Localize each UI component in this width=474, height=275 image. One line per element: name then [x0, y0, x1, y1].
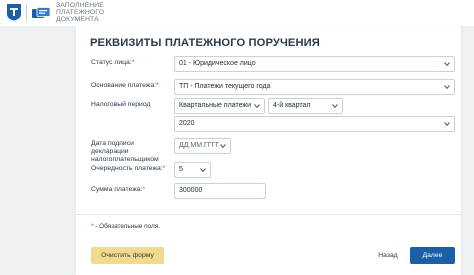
payer-status-label: Статус лица:*: [91, 59, 135, 66]
period-year-select[interactable]: 2020: [174, 116, 455, 132]
payment-basis-select[interactable]: ТП - Платежи текущего года: [174, 79, 455, 95]
payment-document-icon: [32, 7, 51, 18]
next-button[interactable]: Далее: [410, 247, 455, 264]
chevron-down-icon: [200, 168, 206, 172]
period-type-value: Квартальные платежи: [179, 102, 251, 109]
declaration-date-label: Дата подписи декларации налогоплательщик…: [91, 140, 159, 163]
header-divider: [26, 4, 27, 21]
period-year-value: 2020: [179, 120, 195, 127]
chevron-down-icon: [254, 104, 260, 108]
page-title: РЕКВИЗИТЫ ПЛАТЕЖНОГО ПОРУЧЕНИЯ: [90, 37, 320, 49]
period-select[interactable]: 4-й квартал: [268, 98, 343, 114]
chevron-down-icon: [332, 104, 338, 108]
payment-basis-label: Основание платежа:*: [91, 82, 159, 89]
payment-basis-value: ТП - Платежи текущего года: [179, 83, 271, 90]
fns-emblem-icon[interactable]: [6, 3, 22, 21]
period-value: 4-й квартал: [273, 102, 311, 109]
payment-priority-label: Очередность платежа:*: [91, 165, 166, 172]
declaration-date-placeholder: ДД.ММ.ГГГГ: [179, 142, 220, 149]
required-note: * - Обязательные поля.: [91, 223, 161, 230]
chevron-down-icon: [444, 85, 450, 89]
service-title: ЗАПОЛНЕНИЕ ПЛАТЕЖНОГО ДОКУМЕНТА: [56, 2, 105, 24]
payment-priority-value: 5: [179, 166, 183, 173]
back-button[interactable]: Назад: [370, 247, 406, 264]
payer-status-select[interactable]: 01 - Юридическое лицо: [174, 56, 455, 72]
payment-priority-select[interactable]: 5: [174, 162, 211, 178]
chevron-down-icon: [444, 122, 450, 126]
app-header: ЗАПОЛНЕНИЕ ПЛАТЕЖНОГО ДОКУМЕНТА: [0, 0, 474, 26]
period-type-select[interactable]: Квартальные платежи: [174, 98, 265, 114]
form-divider: [76, 214, 461, 215]
declaration-date-select[interactable]: ДД.ММ.ГГГГ: [174, 138, 231, 154]
payer-status-value: 01 - Юридическое лицо: [179, 60, 256, 67]
chevron-down-icon: [220, 144, 226, 148]
payment-amount-label: Сумма платежа:*: [91, 186, 146, 193]
payment-amount-input[interactable]: 300000: [174, 183, 266, 199]
clear-form-button[interactable]: Очистить форму: [91, 247, 164, 264]
tax-period-label: Налоговый период: [91, 101, 151, 108]
chevron-down-icon: [444, 62, 450, 66]
